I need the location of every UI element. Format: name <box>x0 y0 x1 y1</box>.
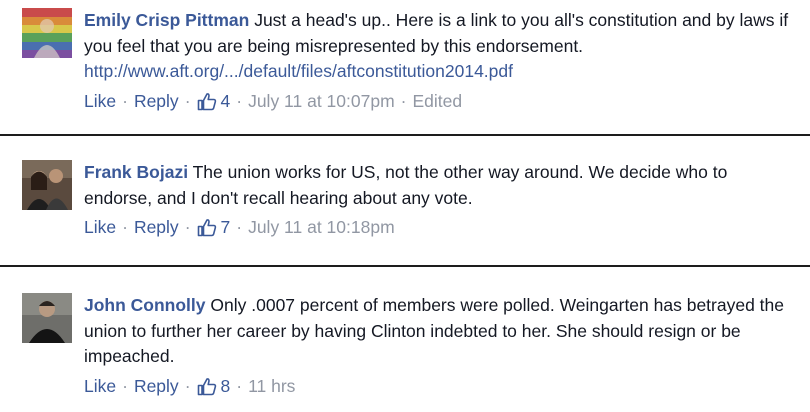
edited-label[interactable]: Edited <box>412 89 462 114</box>
timestamp[interactable]: 11 hrs <box>248 374 295 399</box>
avatar[interactable] <box>22 8 72 58</box>
separator: · <box>236 375 243 396</box>
comment-actions: Like · Reply · 7 · July 11 at 10:18pm <box>84 215 799 240</box>
divider <box>0 265 810 267</box>
thumbs-up-icon <box>197 219 216 237</box>
separator: · <box>122 375 128 396</box>
like-button[interactable]: Like <box>84 374 116 399</box>
separator: · <box>184 90 191 111</box>
thumbs-up-icon <box>197 92 216 110</box>
comment-text: Frank Bojazi The union works for US, not… <box>84 160 799 211</box>
timestamp[interactable]: July 11 at 10:07pm <box>248 89 395 114</box>
reply-button[interactable]: Reply <box>134 89 179 114</box>
avatar[interactable] <box>22 160 72 210</box>
separator: · <box>236 217 243 237</box>
separator: · <box>400 90 407 111</box>
divider <box>0 134 810 136</box>
separator: · <box>184 217 191 237</box>
like-count-value: 7 <box>220 217 231 237</box>
reply-button[interactable]: Reply <box>134 374 179 399</box>
comment-actions: Like · Reply · 8 · 11 hrs <box>84 374 799 399</box>
separator: · <box>122 217 128 237</box>
reply-button[interactable]: Reply <box>134 215 179 240</box>
constitution-link[interactable]: http://www.aft.org/.../default/files/aft… <box>84 61 513 81</box>
author-name[interactable]: John Connolly <box>84 295 206 315</box>
like-count[interactable]: 8 <box>197 374 231 399</box>
avatar-photo-image <box>22 160 72 210</box>
comment-text: John Connolly Only .0007 percent of memb… <box>84 293 799 370</box>
like-button[interactable]: Like <box>84 215 116 240</box>
timestamp[interactable]: July 11 at 10:18pm <box>248 215 395 240</box>
like-button[interactable]: Like <box>84 89 116 114</box>
comment-actions: Like · Reply · 4 · July 11 at 10:07pm · … <box>84 89 799 114</box>
avatar-photo-image <box>22 293 72 343</box>
like-count-value: 4 <box>220 90 231 111</box>
like-count[interactable]: 4 <box>197 89 231 114</box>
avatar[interactable] <box>22 293 72 343</box>
separator: · <box>184 375 191 396</box>
separator: · <box>236 90 243 111</box>
avatar-rainbow-image <box>22 8 72 58</box>
thumbs-up-icon <box>197 377 216 395</box>
like-count-value: 8 <box>220 375 231 396</box>
separator: · <box>122 90 128 111</box>
author-name[interactable]: Emily Crisp Pittman <box>84 10 249 30</box>
author-name[interactable]: Frank Bojazi <box>84 162 188 182</box>
comment-text: Emily Crisp Pittman Just a head's up.. H… <box>84 8 799 85</box>
like-count[interactable]: 7 <box>197 215 231 240</box>
